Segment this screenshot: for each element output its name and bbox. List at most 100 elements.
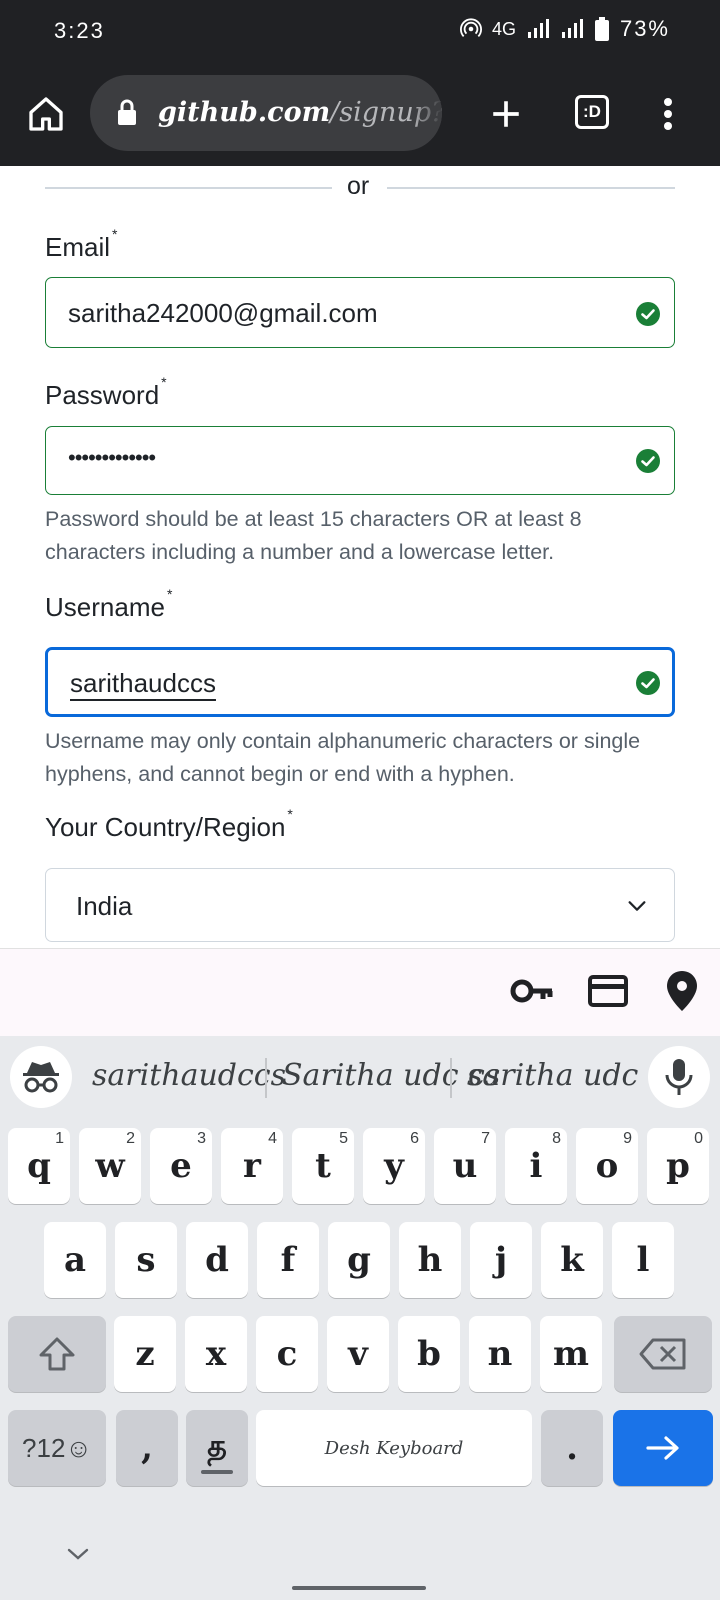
key-s-label: s [136,1240,156,1280]
autofill-bar [0,948,720,1036]
url-fade [412,75,442,151]
key-b[interactable]: b [398,1316,460,1392]
comma-key[interactable]: , [116,1410,178,1486]
key-x-label: x [205,1334,227,1374]
key-t[interactable]: t5 [292,1128,354,1204]
key-m[interactable]: m [540,1316,602,1392]
language-key[interactable]: த [186,1410,248,1486]
key-e-hint: 3 [197,1130,206,1147]
signal-icon-2 [561,19,583,38]
shift-key[interactable] [8,1316,106,1392]
email-value: saritha242000@gmail.com [68,298,378,328]
key-y[interactable]: y6 [363,1128,425,1204]
key-z[interactable]: z [114,1316,176,1392]
username-label: Username * [45,586,172,623]
key-v[interactable]: v [327,1316,389,1392]
gesture-nav-bar[interactable] [292,1586,426,1590]
space-key-label: Desh Keyboard [324,1437,464,1459]
soft-keyboard: sarithaudccs Saritha udc cs saritha udc … [0,1036,720,1600]
network-type: 4G [491,18,516,39]
username-value: sarithaudccs [70,668,216,698]
key-c[interactable]: c [256,1316,318,1392]
battery-percent: 73% [619,16,670,41]
key-f-label: f [280,1240,296,1280]
key-j[interactable]: j [470,1222,532,1298]
username-hint: Username may only contain alphanumeric c… [45,729,641,786]
key-i[interactable]: i8 [505,1128,567,1204]
addresses-button[interactable] [664,969,700,1018]
credit-card-icon [588,975,628,1007]
key-l[interactable]: l [612,1222,674,1298]
valid-check-icon [636,671,660,695]
backspace-key[interactable] [614,1316,712,1392]
password-field[interactable]: ••••••••••••• [45,426,675,495]
incognito-button[interactable] [10,1046,72,1108]
password-hint: Password should be at least 15 character… [45,507,582,564]
passwords-button[interactable] [510,971,556,1016]
username-field[interactable]: sarithaudccs [45,647,675,717]
key-e-label: e [170,1146,192,1186]
key-t-label: t [315,1146,331,1186]
key-w[interactable]: w2 [79,1128,141,1204]
key-k[interactable]: k [541,1222,603,1298]
key-h[interactable]: h [399,1222,461,1298]
hide-keyboard-button[interactable] [66,1546,90,1567]
status-bar: 3:23 4G 73% [0,0,720,62]
key-u-hint: 7 [481,1130,490,1147]
key-w-label: w [95,1146,125,1186]
space-key[interactable]: Desh Keyboard [256,1410,532,1486]
key-p-hint: 0 [694,1130,703,1147]
voice-input-button[interactable] [648,1046,710,1108]
period-key[interactable]: . [541,1410,603,1486]
key-r-label: r [243,1146,261,1186]
email-label: Email * [45,226,117,263]
password-label-text: Password [45,380,160,410]
payment-methods-button[interactable] [588,971,628,1016]
required-mark: * [166,586,173,602]
key-q[interactable]: q1 [8,1128,70,1204]
enter-key[interactable] [613,1410,713,1486]
battery-icon [594,17,609,41]
key-x[interactable]: x [185,1316,247,1392]
overflow-menu-button[interactable] [648,90,688,138]
email-label-text: Email [45,232,111,262]
key-g[interactable]: g [328,1222,390,1298]
key-s[interactable]: s [115,1222,177,1298]
key-u[interactable]: u7 [434,1128,496,1204]
key-r[interactable]: r4 [221,1128,283,1204]
tab-switcher-button[interactable]: :D [572,92,612,132]
key-icon [510,979,553,1003]
key-d-label: d [205,1240,229,1280]
key-e[interactable]: e3 [150,1128,212,1204]
or-separator: or [347,172,370,200]
new-tab-button[interactable] [482,90,530,138]
valid-check-icon [636,449,660,473]
key-a-label: a [63,1240,87,1280]
signal-icon [527,19,549,38]
url-text: github.com/signup?sour [158,97,442,128]
symbols-key[interactable]: ?12☺ [8,1410,106,1486]
key-a[interactable]: a [44,1222,106,1298]
key-f[interactable]: f [257,1222,319,1298]
location-pin-icon [667,971,697,1011]
key-p[interactable]: p0 [647,1128,709,1204]
suggestion-strip: sarithaudccs Saritha udc cs saritha udc … [0,1036,720,1120]
symbols-key-label: ?12☺ [22,1432,92,1463]
arrow-right-icon [646,1436,679,1460]
divider-left [45,187,332,189]
chevron-down-icon [67,1548,89,1560]
key-d[interactable]: d [186,1222,248,1298]
key-t-hint: 5 [339,1130,348,1147]
new-tab-icon [493,101,519,127]
country-select[interactable]: India [45,868,675,942]
password-value: ••••••••••••• [68,445,156,470]
suggestion-1[interactable]: sarithaudccs [92,1058,286,1093]
email-field[interactable]: saritha242000@gmail.com [45,277,675,348]
key-o-label: o [595,1146,619,1186]
key-o[interactable]: o9 [576,1128,638,1204]
key-n[interactable]: n [469,1316,531,1392]
url-bar[interactable]: github.com/signup?sour [90,75,442,151]
home-button[interactable] [24,92,68,136]
comma-key-label: , [141,1428,153,1468]
key-n-label: n [487,1334,513,1374]
